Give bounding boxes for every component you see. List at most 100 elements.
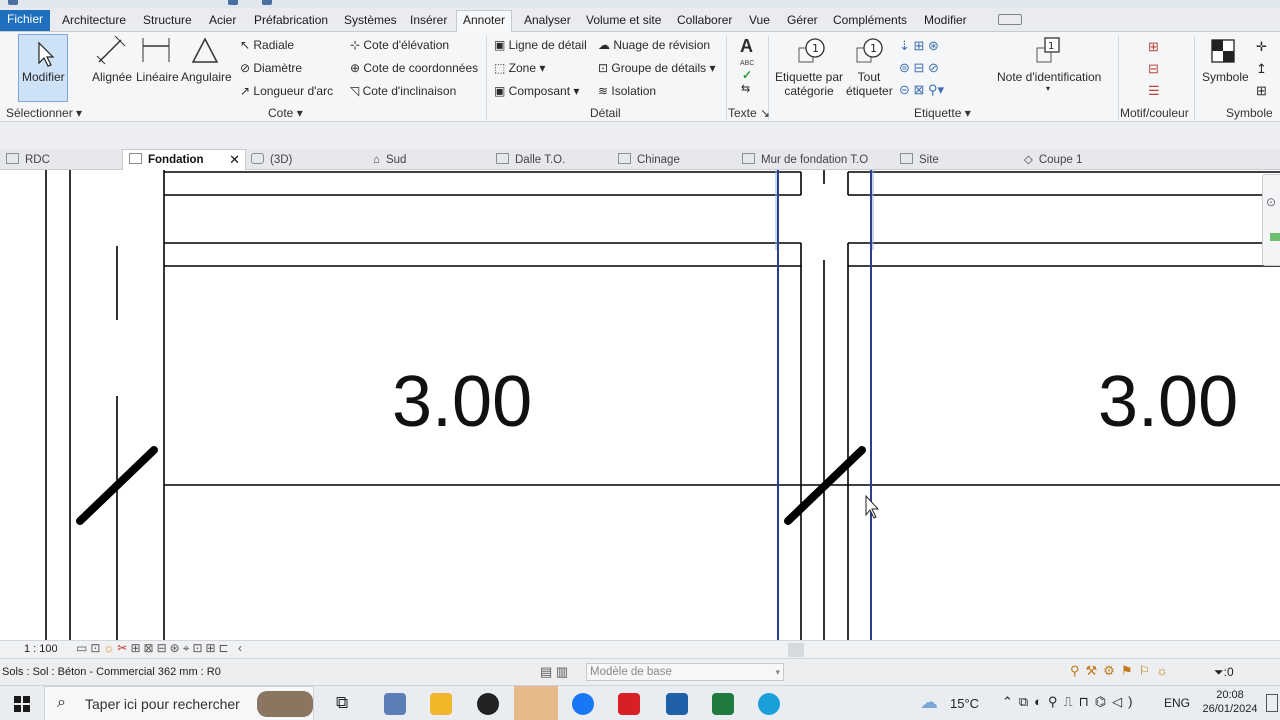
filter-button[interactable]: ⏷:0 — [1214, 665, 1234, 680]
diameter-label: Diamètre — [253, 61, 303, 75]
tab-collaborate[interactable]: Collaborer — [677, 11, 732, 31]
view-tab-dalle[interactable]: Dalle T.O. — [496, 152, 565, 168]
search-highlight-image — [257, 691, 313, 717]
facebook-icon[interactable] — [572, 693, 594, 715]
chevron-down-icon[interactable]: ▾ — [1046, 84, 1050, 93]
spot-slope-button[interactable]: ◹ Cote d'inclinaison — [350, 84, 456, 98]
dimension-label-right[interactable]: 3.00 — [1098, 362, 1238, 442]
horizontal-scrollbar-thumb[interactable] — [788, 643, 804, 657]
detail-group-button[interactable]: ⊡ Groupe de détails ▾ — [598, 61, 715, 75]
tab-systems[interactable]: Systèmes — [344, 11, 397, 31]
zoom-icon[interactable]: ⊙ — [1266, 195, 1276, 209]
dimension-panel-title[interactable]: Cote ▾ — [268, 106, 303, 120]
view-tab-3d[interactable]: (3D) — [251, 152, 292, 168]
view-tab-mur-fondation[interactable]: Mur de fondation T.O — [742, 152, 868, 168]
navigation-bar[interactable]: ⊙ — [1262, 174, 1280, 266]
tab-steel[interactable]: Acier — [209, 11, 236, 31]
tab-addins[interactable]: Compléments — [833, 11, 907, 31]
tab-file[interactable]: Fichier — [0, 10, 50, 31]
tab-modify[interactable]: Modifier — [924, 11, 967, 31]
arc-length-button[interactable]: ↗ Longueur d'arc — [240, 84, 333, 98]
tab-insert[interactable]: Insérer — [410, 11, 447, 31]
symbol-tools[interactable]: ✛ ↥ ⊞ — [1256, 36, 1267, 102]
app-icon-active[interactable] — [514, 686, 558, 720]
windows-start-icon[interactable] — [14, 696, 30, 712]
qat-button[interactable] — [228, 0, 238, 5]
scale-selector[interactable]: 1 : 100 — [24, 643, 58, 655]
drawing-canvas[interactable]: 3.00 3.00 ⊙ — [0, 170, 1280, 640]
weather-icon[interactable]: ☁ — [920, 692, 938, 713]
language-indicator[interactable]: ENG — [1164, 696, 1190, 710]
spot-elevation-button[interactable]: ⊹ Cote d'élévation — [350, 38, 449, 52]
tab-structure[interactable]: Structure — [143, 11, 192, 31]
revision-cloud-button[interactable]: ☁ Nuage de révision — [598, 38, 710, 52]
tab-massing-site[interactable]: Volume et site — [586, 11, 661, 31]
tab-annotate[interactable]: Annoter — [456, 10, 513, 32]
tab-precast[interactable]: Préfabrication — [254, 11, 328, 31]
spelling-icon[interactable]: ABC — [740, 60, 754, 67]
edge-icon[interactable] — [758, 693, 780, 715]
close-icon[interactable]: ✕ — [229, 150, 240, 170]
view-tab-site[interactable]: Site — [900, 152, 939, 168]
app-icon-dark[interactable] — [477, 693, 499, 715]
detail-line-button[interactable]: ▣ Ligne de détail — [494, 38, 587, 52]
modify-button[interactable] — [18, 34, 68, 102]
tab-architecture[interactable]: Architecture — [62, 11, 126, 31]
ribbon: Modifier Alignée Linéaire Angulaire ↖ Ra… — [0, 32, 1280, 122]
file-explorer-icon[interactable] — [430, 693, 452, 715]
linear-button[interactable]: Linéaire — [136, 70, 179, 84]
windows-taskbar: ⌕ Taper ici pour rechercher ⧉ ☁ 15°C ⌃⧉◐… — [0, 685, 1280, 720]
view-tab-sud[interactable]: ⌂ Sud — [373, 152, 406, 168]
tag-panel-title[interactable]: Etiquette ▾ — [914, 106, 971, 120]
text-icon[interactable]: A — [740, 36, 753, 57]
angular-button[interactable]: Angulaire — [181, 70, 232, 84]
app-icon-red[interactable] — [618, 693, 640, 715]
keynote-button[interactable]: Note d'identification — [997, 70, 1101, 84]
dimension-label-left[interactable]: 3.00 — [392, 362, 532, 442]
insulation-button[interactable]: ≋ Isolation — [598, 84, 656, 98]
view-control-icons[interactable]: ▭⊡☼✂⊞⊠⊟⊛⌖⊡⊞⊏ ‹ — [76, 641, 245, 656]
find-replace-icon[interactable]: ⇆ — [741, 82, 750, 95]
tab-manage[interactable]: Gérer — [787, 11, 818, 31]
view-tab-chinage[interactable]: Chinage — [618, 152, 680, 168]
workset-selector[interactable]: Modèle de base ▾ — [586, 663, 784, 681]
text-panel-title[interactable]: Texte ↘ — [728, 106, 770, 120]
excel-icon[interactable] — [712, 693, 734, 715]
tag-tools-grid[interactable]: ⇣ ⊞ ⊛ ⊜ ⊟ ⊘ ⊝ ⊠ ⚲▾ — [899, 35, 944, 101]
tag-all-button[interactable]: Tout étiqueter — [846, 70, 893, 98]
app-icon[interactable] — [8, 0, 18, 5]
view-tab-fondation[interactable]: Fondation ✕ — [122, 149, 246, 170]
plan-view-icon — [900, 153, 913, 164]
insulation-icon: ≋ — [598, 84, 612, 98]
pattern-color-tools[interactable]: ⊞ ⊟ ☰ — [1148, 36, 1160, 102]
contextual-tab-toggle[interactable] — [998, 14, 1022, 25]
tab-view[interactable]: Vue — [749, 11, 770, 31]
view-tab-rdc[interactable]: RDC — [6, 152, 50, 168]
selection-options-icons[interactable]: ⚲⚒⚙⚑⚐☼ — [1070, 663, 1174, 679]
symbol-button[interactable]: Symbole — [1202, 70, 1249, 84]
region-button[interactable]: ⬚ Zone ▾ — [494, 61, 545, 75]
radial-label: Radiale — [253, 38, 295, 52]
taskbar-search-box[interactable]: ⌕ Taper ici pour rechercher — [44, 686, 314, 720]
steering-wheel-icon[interactable] — [1270, 233, 1280, 241]
spot-coordinate-button[interactable]: ⊕ Cote de coordonnées — [350, 61, 478, 75]
tab-analyze[interactable]: Analyser — [524, 11, 571, 31]
diameter-button[interactable]: ⊘ Diamètre — [240, 61, 302, 75]
task-view-icon[interactable]: ⧉ — [336, 693, 348, 713]
plan-view-icon — [618, 153, 631, 164]
qat-button[interactable] — [262, 0, 272, 5]
select-panel-title[interactable]: Sélectionner ▾ — [6, 106, 82, 120]
notification-icon[interactable] — [1266, 694, 1278, 712]
app-icon-explorer-docs[interactable] — [384, 693, 406, 715]
view-tab-coupe[interactable]: ◇ Coupe 1 — [1024, 152, 1082, 168]
workset-icon[interactable]: ▤ ▥ — [540, 664, 568, 680]
system-tray-icons[interactable]: ⌃⧉◐⚲⎍⊓⌬◁) — [1002, 694, 1138, 710]
component-button[interactable]: ▣ Composant ▾ — [494, 84, 579, 98]
aligned-button[interactable]: Alignée — [92, 70, 132, 84]
revit-icon[interactable] — [666, 693, 688, 715]
clock[interactable]: 20:08 26/01/2024 — [1200, 688, 1260, 716]
tag-by-category-button[interactable]: Etiquette par catégorie — [774, 70, 844, 98]
radial-button[interactable]: ↖ Radiale — [240, 38, 294, 52]
temperature[interactable]: 15°C — [950, 696, 979, 711]
chevron-down-icon: ▾ — [961, 106, 971, 120]
